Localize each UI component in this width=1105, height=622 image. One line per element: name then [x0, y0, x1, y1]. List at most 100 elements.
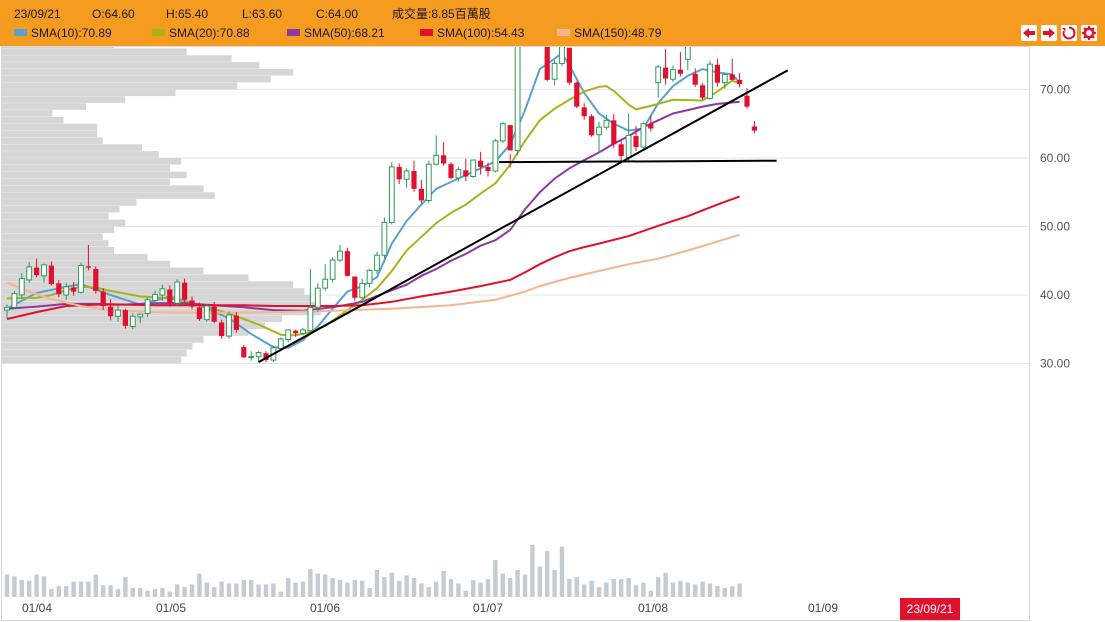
volume-bar	[345, 582, 350, 597]
volume-bar	[315, 573, 320, 597]
volume-bar	[515, 570, 520, 597]
volume-bar	[389, 572, 394, 597]
volume-profile-bar	[2, 247, 114, 254]
volume-profile-bar	[2, 281, 294, 288]
candle-up	[11, 293, 18, 308]
volume-bars	[4, 544, 742, 597]
candle-down	[729, 74, 735, 80]
x-axis: 01/04 01/05 01/06 01/07 01/08 01/09	[22, 601, 838, 615]
legend-label: SMA(50):68.21	[304, 26, 385, 40]
candle-up	[78, 265, 84, 293]
volume-bar	[123, 577, 128, 597]
volume-bar	[448, 579, 454, 597]
volume-bar	[574, 577, 579, 597]
volume-bar	[582, 584, 587, 597]
volume-bar	[537, 566, 542, 597]
volume-profile-bar	[2, 219, 126, 227]
volume-profile-bar	[2, 171, 187, 179]
candle-up	[374, 254, 380, 271]
legend-swatch	[557, 29, 570, 37]
legend-label: SMA(100):54.43	[437, 26, 525, 40]
volume-bar	[611, 579, 616, 597]
volume-bar	[619, 579, 624, 597]
candle-up	[499, 123, 506, 142]
volume-bar	[278, 591, 283, 597]
chart-header: 23/09/21 O:64.60 H:65.40 L:63.60 C:64.00…	[0, 0, 1105, 46]
volume-bar	[707, 583, 713, 597]
candle-up	[329, 259, 336, 280]
volume-profile-bar	[2, 192, 215, 199]
volume-profile-bar	[2, 158, 182, 165]
candle-down	[648, 123, 654, 129]
volume-bar	[367, 588, 372, 597]
y-tick-label: 60.00	[1040, 151, 1070, 165]
volume-profile-bar	[2, 48, 187, 55]
volume-profile-bar	[2, 62, 260, 69]
volume-profile-bar	[2, 349, 187, 357]
volume-bar	[404, 575, 409, 597]
candle-down	[663, 67, 669, 79]
arrow-right-icon[interactable]	[1041, 25, 1057, 41]
volume-bar	[589, 580, 594, 597]
volume-bar	[175, 584, 180, 597]
x-tick-label: 01/04	[22, 601, 52, 615]
volume-profile-bar	[2, 274, 249, 282]
candle-down	[714, 64, 720, 83]
volume-bar	[360, 580, 365, 597]
volume-bar	[152, 588, 158, 597]
candle-down	[566, 47, 572, 83]
settings-icon[interactable]	[1081, 25, 1097, 41]
volume-bar	[685, 582, 690, 597]
volume-bar	[337, 579, 343, 597]
volume-bar	[189, 584, 195, 597]
legend-swatch	[287, 29, 300, 37]
ohlc-close: C:64.00	[316, 7, 359, 21]
candle-down	[93, 268, 99, 291]
price-chart[interactable]: 30.0040.0050.0060.0070.0080.0090.00 01/0…	[0, 46, 1105, 622]
volume-bar	[108, 585, 113, 597]
volume-profile-bar	[2, 75, 271, 83]
candle-down	[463, 170, 469, 177]
volume-bar	[249, 579, 254, 597]
volume-profile-bar	[2, 130, 98, 138]
arrow-left-icon[interactable]	[1021, 25, 1037, 41]
volume-bar	[693, 584, 698, 597]
volume-bar	[656, 577, 661, 597]
x-tick-label: 01/09	[808, 601, 838, 615]
volume-bar	[426, 587, 431, 597]
candle-up	[684, 46, 691, 60]
volume-profile-bar	[2, 226, 114, 234]
volume-bar	[115, 588, 121, 597]
ohlc-open: O:64.60	[92, 7, 135, 21]
volume-bar	[411, 578, 417, 597]
candle-up	[41, 264, 47, 277]
volume-bar	[441, 570, 446, 597]
candle-down	[241, 347, 247, 358]
volume-bar	[34, 574, 39, 597]
volume-bar	[256, 584, 261, 597]
volume-profile-bar	[2, 253, 148, 261]
candle-down	[589, 116, 595, 136]
candle-up	[381, 221, 388, 256]
candle-down	[418, 188, 424, 201]
volume-profile	[2, 46, 322, 364]
volume-bar	[263, 584, 269, 597]
volume-profile-bar	[2, 164, 170, 172]
candle-down	[744, 95, 750, 107]
volume-bar	[182, 587, 187, 597]
volume-bar	[456, 583, 461, 597]
volume-profile-bar	[2, 212, 109, 220]
volume-bar	[500, 573, 505, 597]
volume-bar	[648, 590, 653, 597]
candle-down	[396, 166, 402, 180]
candle-up	[300, 329, 306, 334]
candle-up	[670, 69, 676, 80]
volume-bar	[508, 578, 513, 597]
legend-label: SMA(150):48.79	[574, 26, 662, 40]
candle-up	[115, 309, 121, 317]
candle-down	[411, 171, 417, 189]
candle-up	[559, 46, 565, 64]
refresh-icon[interactable]	[1061, 25, 1077, 41]
candle-up	[455, 169, 462, 179]
volume-profile-bar	[2, 185, 204, 192]
